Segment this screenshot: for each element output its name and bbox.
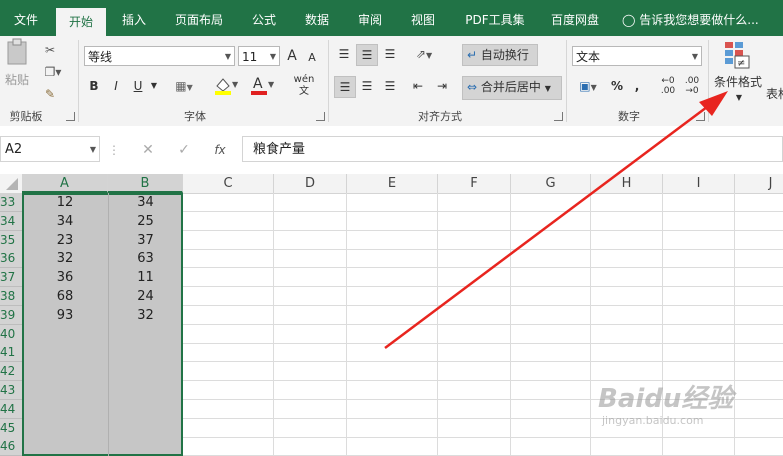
baidu-watermark: Baidu经验 jingyan.baidu.com (598, 384, 778, 444)
watermark-url: jingyan.baidu.com (602, 414, 704, 427)
watermark-logo-text: Baidu经验 (598, 384, 734, 414)
